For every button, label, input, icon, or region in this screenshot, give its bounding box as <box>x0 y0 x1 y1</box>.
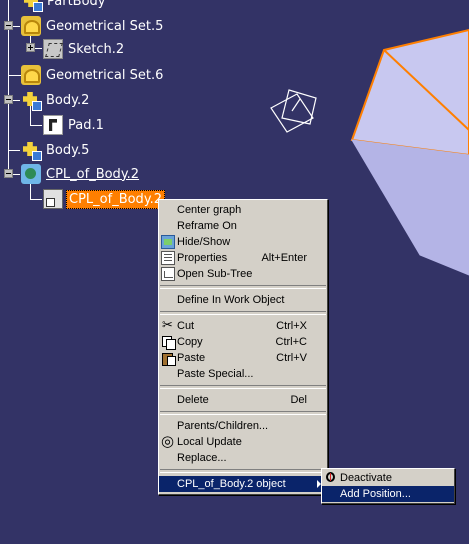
pad-icon <box>43 115 63 135</box>
tree-node-label: PartBody <box>47 0 106 9</box>
menu-item-label: Hide/Show <box>177 236 231 248</box>
tree-node-label: Sketch.2 <box>68 41 125 57</box>
solid-body[interactable] <box>350 28 469 276</box>
collapse-toggle[interactable] <box>4 95 13 104</box>
cut-icon <box>161 317 175 333</box>
menu-item-define-in-work-object[interactable]: Define In Work Object <box>159 292 327 308</box>
tree-node-label: Geometrical Set.5 <box>46 18 164 34</box>
menu-separator <box>160 469 326 473</box>
menu-item-center-graph[interactable]: Center graph <box>159 202 327 218</box>
menu-item-shortcut: Alt+Enter <box>261 252 307 264</box>
menu-item-add-position[interactable]: Add Position... <box>322 486 454 502</box>
deactivate-icon <box>324 471 338 485</box>
subtree-icon <box>161 267 175 281</box>
menu-item-paste[interactable]: Paste Ctrl+V <box>159 350 327 366</box>
tree-connector <box>30 125 42 126</box>
menu-item-label: Define In Work Object <box>177 294 285 306</box>
menu-item-deactivate[interactable]: Deactivate <box>322 470 454 486</box>
tree-connector <box>8 75 22 76</box>
tree-node-label: Pad.1 <box>68 117 104 133</box>
menu-item-copy[interactable]: Copy Ctrl+C <box>159 334 327 350</box>
menu-item-label: Reframe On <box>177 220 237 232</box>
collapse-toggle[interactable] <box>4 169 13 178</box>
tree-node-label: Body.2 <box>46 92 90 108</box>
object-submenu: Deactivate Add Position... <box>321 468 455 504</box>
tree-node-body-5[interactable]: Body.5 <box>21 139 91 161</box>
geometrical-set-icon <box>21 65 41 85</box>
tree-connector <box>8 150 20 151</box>
body-icon <box>22 0 43 12</box>
menu-item-paste-special[interactable]: Paste Special... <box>159 366 327 382</box>
tree-node-pad-1[interactable]: Pad.1 <box>43 114 106 136</box>
tree-node-label: Body.5 <box>46 142 90 158</box>
tree-node-body-2[interactable]: Body.2 <box>21 89 91 111</box>
tree-node-cpl-of-body-2[interactable]: CPL_of_Body.2 <box>21 163 141 185</box>
menu-item-label: Replace... <box>177 452 227 464</box>
copy-icon <box>161 335 176 350</box>
menu-item-object-submenu[interactable]: CPL_of_Body.2 object <box>159 476 327 492</box>
menu-item-reframe-on[interactable]: Reframe On <box>159 218 327 234</box>
compass-icon[interactable] <box>270 89 317 133</box>
cpl-object-icon <box>43 189 63 209</box>
menu-item-label: Center graph <box>177 204 242 216</box>
menu-item-parents-children[interactable]: Parents/Children... <box>159 418 327 434</box>
menu-item-cut[interactable]: Cut Ctrl+X <box>159 317 327 334</box>
menu-item-label: CPL_of_Body.2 object <box>177 478 286 490</box>
menu-item-hide-show[interactable]: Hide/Show <box>159 234 327 250</box>
menu-item-label: Deactivate <box>340 472 392 484</box>
cpl-icon <box>21 164 41 184</box>
menu-item-label: Local Update <box>177 436 242 448</box>
paste-icon <box>161 351 176 366</box>
menu-item-properties[interactable]: Properties Alt+Enter <box>159 250 327 266</box>
menu-item-replace[interactable]: Replace... <box>159 450 327 466</box>
tree-node-geometrical-set-6[interactable]: Geometrical Set.6 <box>21 64 165 86</box>
menu-item-local-update[interactable]: Local Update <box>159 432 327 450</box>
tree-node-label: Geometrical Set.6 <box>46 67 164 83</box>
menu-separator <box>160 411 326 415</box>
tree-connector <box>30 199 42 200</box>
tree-node-sketch-2[interactable]: Sketch.2 <box>43 38 126 60</box>
context-menu: Center graph Reframe On Hide/Show Proper… <box>158 199 328 495</box>
menu-item-delete[interactable]: Delete Del <box>159 392 327 408</box>
menu-separator <box>160 385 326 389</box>
hide-show-icon <box>161 235 175 249</box>
menu-item-shortcut: Ctrl+X <box>276 320 307 332</box>
sketch-icon <box>43 39 63 59</box>
menu-item-label: Add Position... <box>340 488 411 500</box>
menu-separator <box>160 311 326 315</box>
body-icon <box>21 140 42 161</box>
menu-item-shortcut: Del <box>290 394 307 406</box>
local-update-icon <box>161 432 175 450</box>
menu-item-label: Open Sub-Tree <box>177 268 253 280</box>
tree-node-partbody[interactable]: PartBody <box>22 0 107 12</box>
tree-node-geometrical-set-5[interactable]: Geometrical Set.5 <box>21 15 165 37</box>
menu-separator <box>160 285 326 289</box>
properties-icon <box>161 251 175 265</box>
geometrical-set-icon <box>21 16 41 36</box>
collapse-toggle[interactable] <box>4 21 13 30</box>
tree-node-cpl-of-body-2-selected[interactable]: CPL_of_Body.2 <box>43 188 166 210</box>
menu-item-shortcut: Ctrl+V <box>276 352 307 364</box>
body-icon <box>21 90 42 111</box>
menu-item-label: Parents/Children... <box>177 420 269 432</box>
menu-item-shortcut: Ctrl+C <box>275 336 307 348</box>
tree-node-label: CPL_of_Body.2 <box>46 166 140 182</box>
expand-toggle[interactable] <box>26 43 35 52</box>
menu-item-open-sub-tree[interactable]: Open Sub-Tree <box>159 266 327 282</box>
menu-item-label: Paste Special... <box>177 368 254 380</box>
tree-node-label: CPL_of_Body.2 <box>66 189 166 209</box>
